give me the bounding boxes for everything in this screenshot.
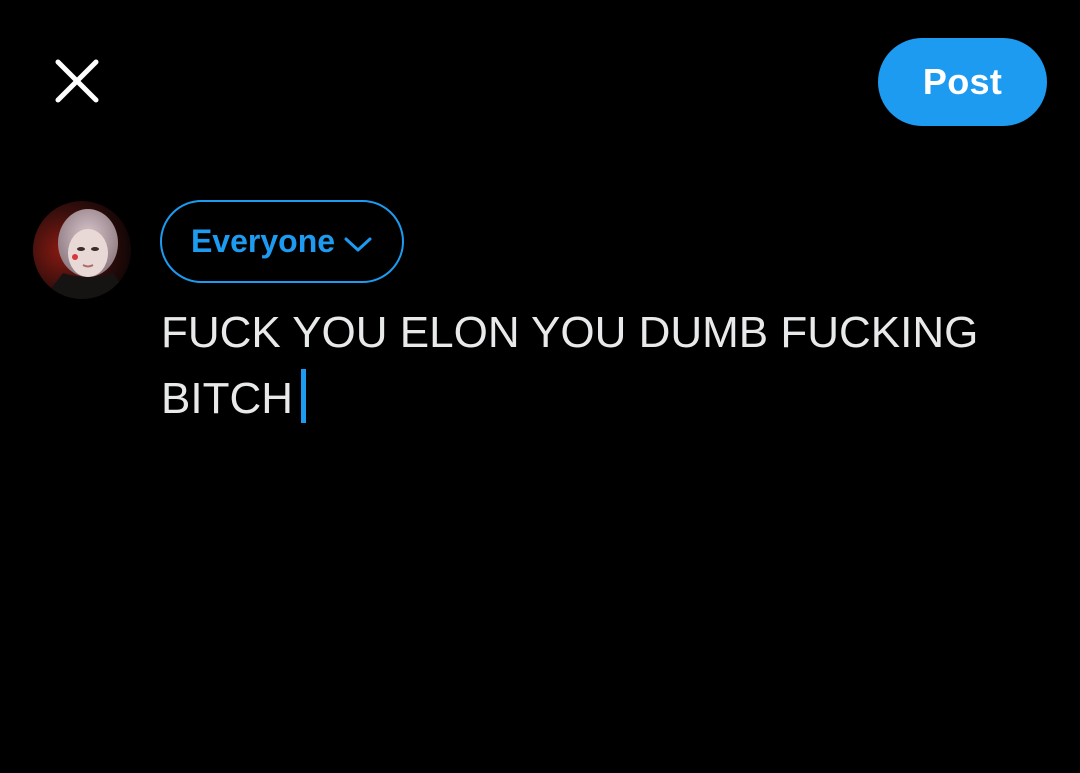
avatar[interactable]	[33, 201, 131, 299]
audience-label: Everyone	[190, 223, 336, 259]
post-button[interactable]: Post	[878, 38, 1047, 126]
close-icon	[55, 59, 99, 103]
audience-selector[interactable]: Everyone	[160, 200, 404, 283]
text-caret	[301, 369, 306, 423]
chevron-down-icon	[343, 234, 373, 254]
avatar-image	[33, 201, 131, 299]
post-text: FUCK YOU ELON YOU DUMB FUCKING BITCH	[161, 308, 979, 423]
post-text-input[interactable]: FUCK YOU ELON YOU DUMB FUCKING BITCH	[161, 300, 1041, 432]
post-button-label: Post	[922, 61, 1003, 102]
close-button[interactable]	[50, 54, 104, 108]
